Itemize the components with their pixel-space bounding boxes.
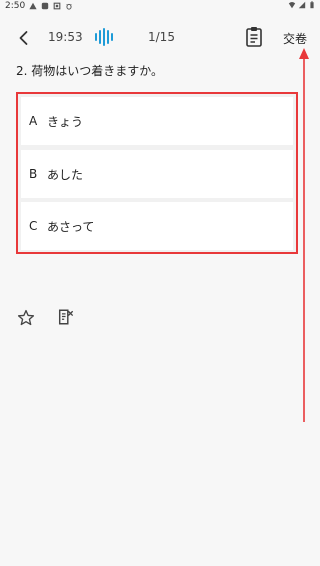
star-icon[interactable]: [17, 309, 35, 327]
top-toolbar: 19:53 1/15 交卷: [0, 22, 320, 54]
status-bar-left: 2:50: [5, 1, 73, 11]
status-bar: 2:50: [0, 0, 320, 14]
signal-icon: [298, 1, 306, 9]
wifi-icon: [288, 2, 296, 9]
sound-wave-icon[interactable]: [94, 28, 114, 46]
question-progress: 1/15: [148, 30, 175, 44]
bug-icon: [66, 3, 72, 10]
option-letter: C: [29, 219, 38, 233]
warning-icon: [29, 2, 37, 10]
status-time: 2:50: [5, 1, 26, 11]
options-list: A きょう B あした C あさって: [16, 92, 298, 254]
option-letter: A: [29, 114, 38, 128]
option-text: きょう: [47, 114, 84, 129]
annotation-arrow: [299, 48, 309, 422]
clipboard-icon[interactable]: [244, 26, 264, 48]
question-text: 2. 荷物はいつ着きますか。: [16, 64, 164, 78]
option-c[interactable]: C あさって: [21, 202, 293, 250]
status-bar-right: [288, 1, 316, 9]
battery-icon: [310, 1, 314, 9]
submit-button[interactable]: 交卷: [283, 30, 307, 47]
option-text: あした: [47, 167, 84, 182]
option-a[interactable]: A きょう: [21, 97, 293, 145]
app-icon: [42, 2, 49, 10]
chevron-left-icon[interactable]: [14, 28, 34, 48]
option-letter: B: [29, 167, 38, 181]
timer: 19:53: [48, 30, 83, 44]
option-b[interactable]: B あした: [21, 150, 293, 198]
note-edit-icon[interactable]: [57, 308, 75, 326]
notification-icon: [53, 2, 61, 10]
option-text: あさって: [47, 219, 95, 234]
